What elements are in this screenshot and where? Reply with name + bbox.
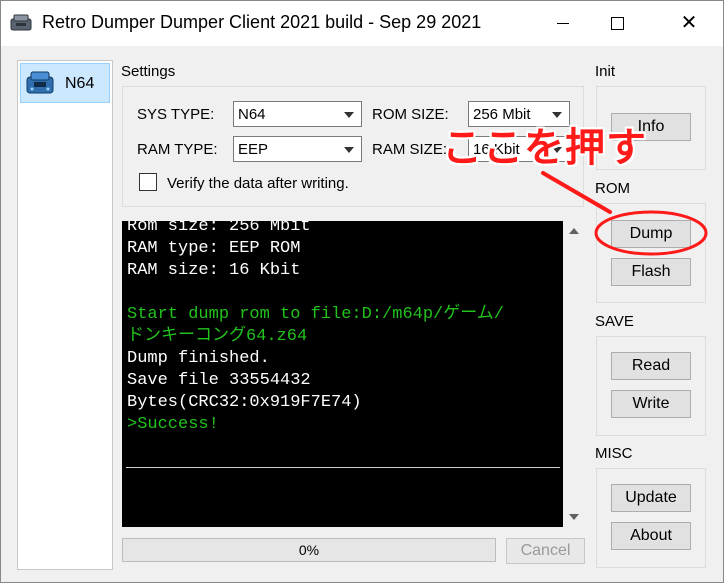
about-button[interactable]: About <box>611 522 691 550</box>
device-label: N64 <box>65 75 95 92</box>
minimize-icon <box>557 22 569 24</box>
window-title: Retro Dumper Dumper Client 2021 build - … <box>42 12 482 32</box>
log-output[interactable]: Rom size: 256 Mbit RAM type: EEP ROM RAM s… <box>122 221 563 527</box>
scroll-thumb[interactable] <box>566 241 582 341</box>
log-line: RAM size: 16 Kbit <box>127 261 301 280</box>
read-button[interactable]: Read <box>611 352 691 380</box>
log-line: ドンキーコング64.z64 <box>127 327 308 346</box>
close-button[interactable]: ✕ <box>666 0 712 46</box>
log-line: Bytes(CRC32:0x919F7E74) <box>127 393 362 412</box>
ram-type-label: RAM TYPE: <box>137 141 218 158</box>
progress-bar: 0% <box>122 538 496 562</box>
log-lines: Rom size: 256 Mbit RAM type: EEP ROM RAM s… <box>127 221 504 436</box>
sys-type-label: SYS TYPE: <box>137 106 215 123</box>
init-group-title: Init <box>595 63 616 80</box>
sys-type-select[interactable]: N64 <box>233 101 362 127</box>
sys-type-value: N64 <box>238 106 266 123</box>
device-item-n64[interactable]: N64 <box>20 63 110 103</box>
log-divider <box>126 467 560 468</box>
chevron-down-icon <box>344 147 354 153</box>
ram-type-value: EEP <box>238 141 269 158</box>
maximize-button[interactable] <box>594 0 640 46</box>
device-list[interactable]: N64 <box>17 60 113 570</box>
annotation-text: ここを押す <box>442 125 647 171</box>
save-group-title: SAVE <box>595 313 634 330</box>
n64-console-icon <box>25 68 55 98</box>
ram-type-select[interactable]: EEP <box>233 136 362 162</box>
update-button[interactable]: Update <box>611 484 691 512</box>
minimize-button[interactable] <box>540 0 586 46</box>
misc-group-title: MISC <box>595 445 633 462</box>
save-group <box>596 336 706 436</box>
progress-text: 0% <box>298 542 320 558</box>
close-icon: ✕ <box>680 12 698 34</box>
dump-button[interactable]: Dump <box>611 220 691 248</box>
ram-size-label: RAM SIZE: <box>372 141 448 158</box>
console-icon <box>10 13 32 33</box>
verify-label: Verify the data after writing. <box>167 175 349 192</box>
verify-checkbox[interactable] <box>139 173 157 191</box>
rom-size-label: ROM SIZE: <box>372 106 449 123</box>
log-line: Dump finished. <box>127 349 270 368</box>
log-line: Rom size: 256 Mbit <box>127 221 311 236</box>
flash-button[interactable]: Flash <box>611 258 691 286</box>
log-line: Save file 33554432 <box>127 371 311 390</box>
scroll-down-icon[interactable] <box>569 514 579 520</box>
chevron-down-icon <box>344 112 354 118</box>
log-line: Start dump rom to file:D:/m64p/ゲーム/ <box>127 305 504 324</box>
write-button[interactable]: Write <box>611 390 691 418</box>
settings-title: Settings <box>121 63 176 80</box>
log-scrollbar[interactable] <box>563 221 585 527</box>
cancel-button[interactable]: Cancel <box>506 538 585 564</box>
log-line: RAM type: EEP ROM <box>127 239 301 258</box>
rom-group-title: ROM <box>595 180 630 197</box>
scroll-up-icon[interactable] <box>569 228 579 234</box>
maximize-icon <box>610 16 624 30</box>
log-line: >Success! <box>127 415 219 434</box>
rom-group <box>596 203 706 303</box>
misc-group <box>596 468 706 568</box>
